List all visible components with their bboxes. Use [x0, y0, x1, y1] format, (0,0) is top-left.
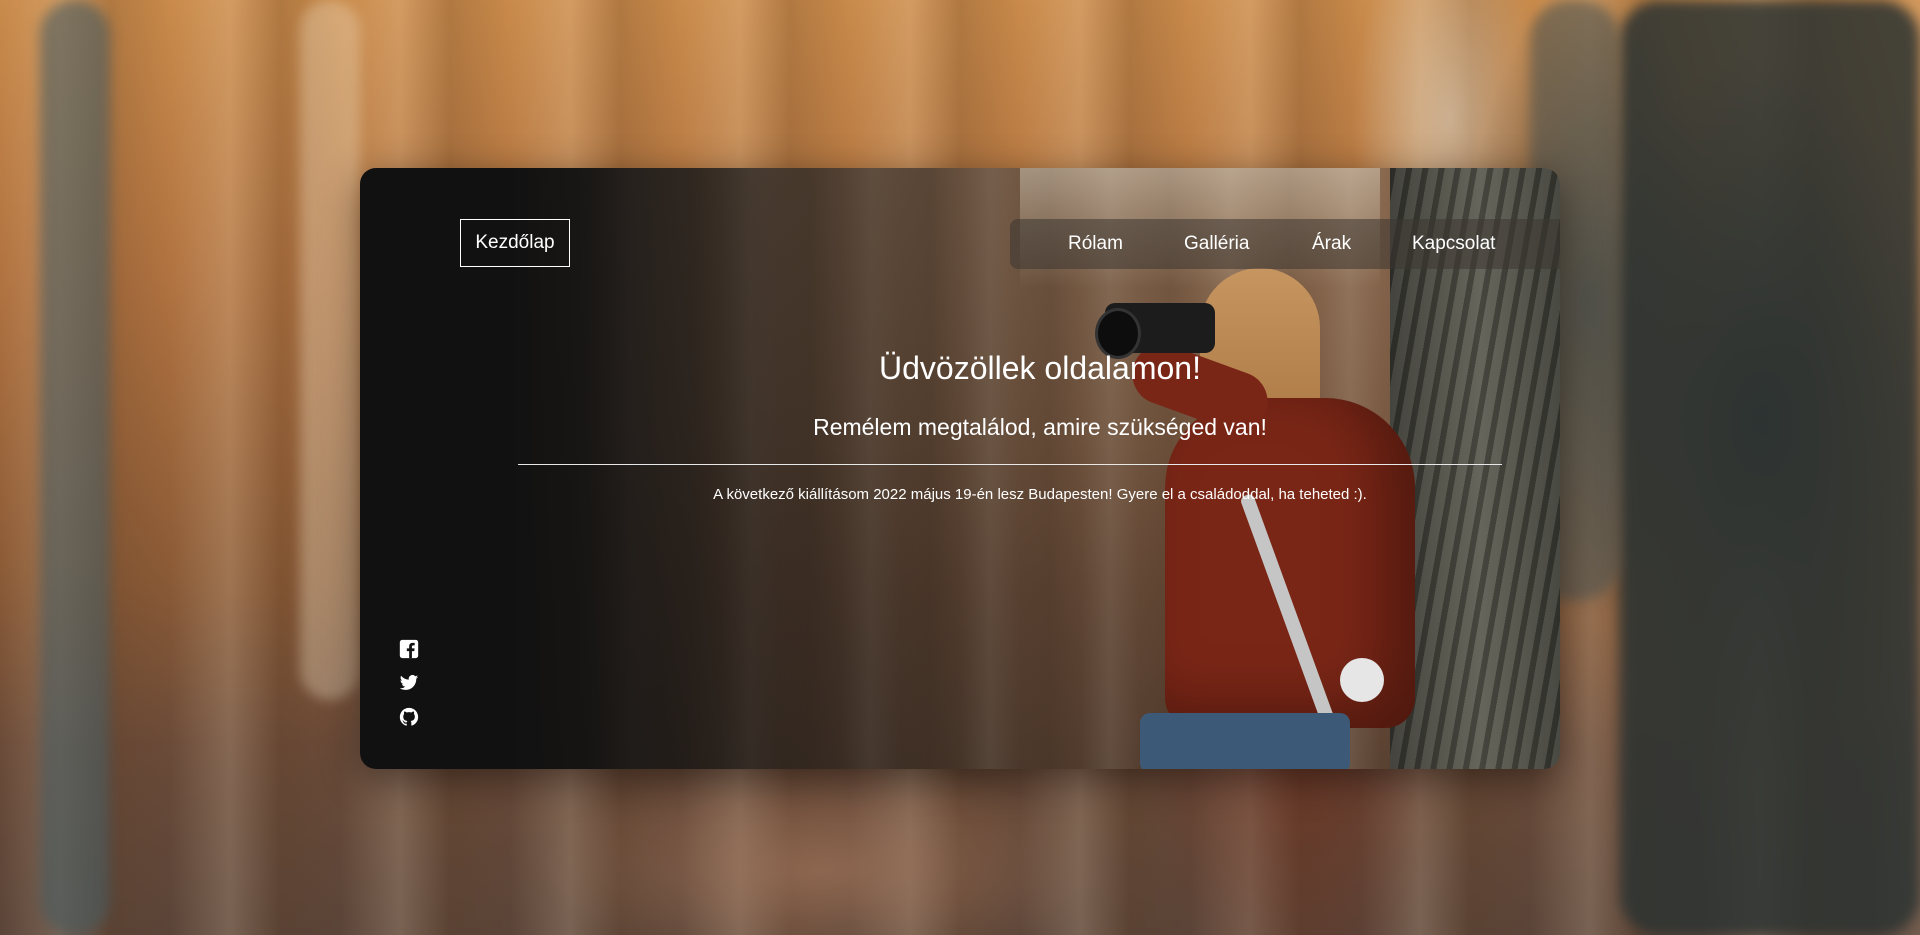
facebook-icon[interactable] — [398, 638, 420, 660]
home-button[interactable]: Kezdőlap — [460, 219, 570, 267]
divider — [518, 464, 1502, 465]
github-icon[interactable] — [398, 706, 420, 728]
nav-item-contact[interactable]: Kapcsolat — [1412, 233, 1495, 255]
background-tree — [40, 0, 110, 935]
twitter-icon[interactable] — [398, 672, 420, 694]
background-tree — [300, 0, 360, 700]
background-tree — [1620, 0, 1920, 935]
twitter-glyph — [399, 675, 419, 690]
nav-item-about[interactable]: Rólam — [1068, 233, 1123, 255]
hero-title: Üdvözöllek oldalamon! — [879, 350, 1201, 386]
nav-item-gallery[interactable]: Galléria — [1184, 233, 1249, 255]
facebook-glyph — [399, 639, 419, 659]
photographer-jeans — [1140, 713, 1350, 769]
exhibition-note: A következő kiállításom 2022 május 19-én… — [713, 486, 1367, 503]
main-nav: Rólam Galléria Árak Kapcsolat — [1010, 219, 1560, 269]
nav-item-prices[interactable]: Árak — [1312, 233, 1351, 255]
hero-subtitle: Remélem megtalálod, amire szükséged van! — [813, 414, 1267, 440]
backpack-pompom — [1340, 658, 1384, 702]
github-glyph — [399, 707, 419, 726]
hero-card: Kezdőlap Rólam Galléria Árak Kapcsolat Ü… — [360, 168, 1560, 769]
